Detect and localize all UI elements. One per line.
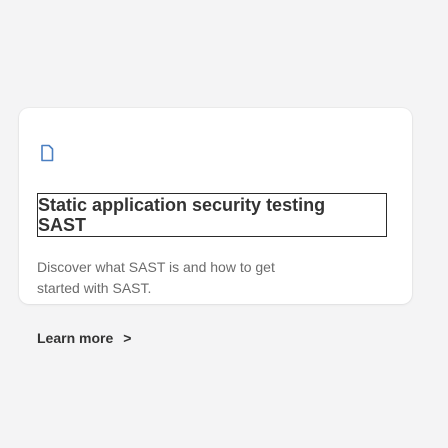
- chevron-right-icon: >: [123, 330, 132, 346]
- card-description: Discover what SAST is and how to get sta…: [37, 259, 275, 296]
- card-title-line-1: Static application security testing: [38, 195, 326, 215]
- card-title: Static application security testing SAST: [37, 193, 387, 237]
- learn-more-link[interactable]: Learn more >: [37, 330, 131, 346]
- document-icon: [36, 142, 58, 164]
- learn-more-label: Learn more: [37, 330, 114, 346]
- card-title-line-2: SAST: [38, 215, 87, 235]
